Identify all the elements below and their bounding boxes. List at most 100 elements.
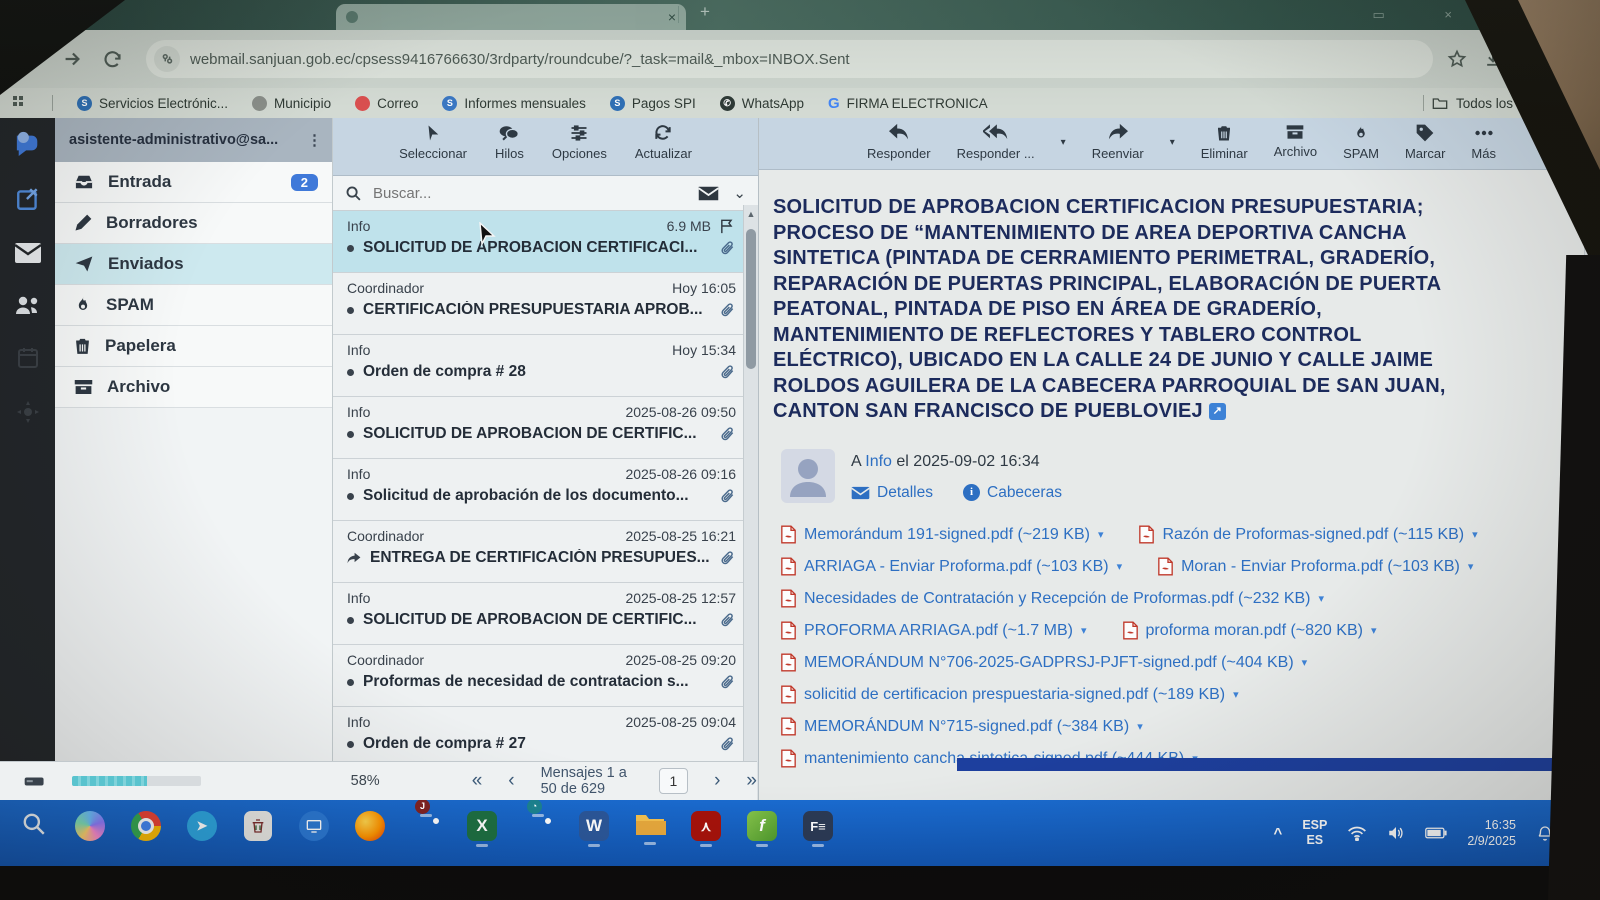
calendar-icon[interactable] xyxy=(16,346,40,370)
reply-all-caret-icon[interactable]: ▾ xyxy=(1061,137,1066,169)
details-button[interactable]: Detalles xyxy=(851,484,933,502)
next-page-button[interactable]: › xyxy=(714,770,720,792)
taskbar-search-icon[interactable] xyxy=(16,811,52,855)
taskbar-chrome-profile-j-icon[interactable]: J xyxy=(408,811,444,855)
attachment-chip[interactable]: Moran - Enviar Proforma.pdf (~103 KB)▾ xyxy=(1158,557,1473,576)
bookmark-municipio[interactable]: Municipio xyxy=(252,96,331,111)
taskbar-chrome-icon[interactable] xyxy=(128,811,164,855)
headers-button[interactable]: i Cabeceras xyxy=(963,484,1062,502)
refresh-button[interactable]: Actualizar xyxy=(635,123,692,175)
reply-all-button[interactable]: Responder ... xyxy=(957,123,1035,169)
reply-button[interactable]: Responder xyxy=(867,123,931,169)
bookmark-correo[interactable]: Correo xyxy=(355,96,418,111)
last-page-button[interactable]: » xyxy=(746,770,757,792)
scroll-up-icon[interactable]: ▲ xyxy=(744,209,758,219)
first-page-button[interactable]: « xyxy=(472,770,483,792)
attachment-menu-icon[interactable]: ▾ xyxy=(1319,592,1325,605)
sidebar-item-enviados[interactable]: Enviados xyxy=(55,244,332,285)
sidebar-item-papelera[interactable]: Papelera xyxy=(55,326,332,367)
wifi-icon[interactable] xyxy=(1347,826,1367,841)
battery-icon[interactable] xyxy=(1425,827,1447,839)
taskbar-file-explorer-icon[interactable] xyxy=(632,811,668,855)
taskbar-copilot-icon[interactable] xyxy=(72,811,108,855)
settings-icon[interactable] xyxy=(16,400,40,424)
attachment-menu-icon[interactable]: ▾ xyxy=(1137,720,1143,733)
volume-icon[interactable] xyxy=(1387,825,1405,841)
attachment-chip[interactable]: Razón de Proformas-signed.pdf (~115 KB)▾ xyxy=(1139,525,1477,544)
attachment-chip[interactable]: Necesidades de Contratación y Recepción … xyxy=(781,589,1324,608)
taskbar-signer-green-icon[interactable]: f xyxy=(744,811,780,855)
recipient-link[interactable]: Info xyxy=(865,453,892,470)
account-menu-icon[interactable]: ⋮ xyxy=(307,131,322,149)
attachment-chip[interactable]: proforma moran.pdf (~820 KB)▾ xyxy=(1123,621,1377,640)
bookmark-star-icon[interactable] xyxy=(1447,49,1467,69)
tray-expand-icon[interactable]: ^ xyxy=(1274,825,1283,842)
taskbar-firefox-icon[interactable] xyxy=(352,811,388,855)
clock[interactable]: 16:352/9/2025 xyxy=(1467,817,1516,849)
sidebar-item-archivo[interactable]: Archivo xyxy=(55,367,332,408)
message-row[interactable]: Info6.9 MB SOLICITUD DE APROBACION CERTI… xyxy=(333,211,758,273)
attachment-menu-icon[interactable]: ▾ xyxy=(1098,528,1104,541)
taskbar-recycle-bin-icon[interactable] xyxy=(240,811,276,855)
message-row[interactable]: CoordinadorHoy 16:05 CERTIFICACIÓN PRESU… xyxy=(333,273,758,335)
archive-button[interactable]: Archivo xyxy=(1274,123,1317,169)
contacts-icon[interactable] xyxy=(14,294,42,316)
attachment-chip[interactable]: Memorándum 191-signed.pdf (~219 KB)▾ xyxy=(781,525,1103,544)
taskbar-word-icon[interactable]: W xyxy=(576,811,612,855)
taskbar-display-icon[interactable] xyxy=(296,811,332,855)
sidebar-item-entrada[interactable]: Entrada 2 xyxy=(55,162,332,203)
more-button[interactable]: Más xyxy=(1471,123,1496,169)
site-info-icon[interactable] xyxy=(154,46,180,72)
search-scope-chevron-icon[interactable]: ⌄ xyxy=(733,184,746,202)
external-link-icon[interactable]: ↗ xyxy=(1209,403,1226,420)
new-tab-button[interactable]: + xyxy=(700,2,710,22)
address-bar[interactable]: webmail.sanjuan.gob.ec/cpsess9416766630/… xyxy=(146,40,1433,78)
language-indicator[interactable]: ESPES xyxy=(1302,818,1327,848)
window-controls[interactable]: ▭ × xyxy=(1373,7,1481,23)
forward-button[interactable]: Reenviar xyxy=(1092,123,1144,169)
prev-page-button[interactable]: ‹ xyxy=(508,770,514,792)
attachment-chip[interactable]: PROFORMA ARRIAGA.pdf (~1.7 MB)▾ xyxy=(781,621,1087,640)
mark-button[interactable]: Marcar xyxy=(1405,123,1445,169)
reload-icon[interactable] xyxy=(92,39,132,79)
bookmark-whatsapp[interactable]: ✆WhatsApp xyxy=(720,96,804,111)
attachment-menu-icon[interactable]: ▾ xyxy=(1468,560,1474,573)
browser-tab[interactable]: × xyxy=(336,4,686,30)
message-row[interactable]: Info2025-08-26 09:50 SOLICITUD DE APROBA… xyxy=(333,397,758,459)
attachment-chip[interactable]: MEMORÁNDUM N°715-signed.pdf (~384 KB)▾ xyxy=(781,717,1143,736)
message-row[interactable]: Info2025-08-25 09:04 Orden de compra # 2… xyxy=(333,707,758,769)
select-button[interactable]: Seleccionar xyxy=(399,123,467,175)
attachment-chip[interactable]: solicitid de certificacion prespuestaria… xyxy=(781,685,1239,704)
message-row[interactable]: Coordinador2025-08-25 09:20 Proformas de… xyxy=(333,645,758,707)
taskbar-telegram-icon[interactable]: ➤ xyxy=(184,811,220,855)
scrollbar-thumb[interactable] xyxy=(746,229,756,369)
taskbar-signer-dark-icon[interactable]: F≡ xyxy=(800,811,836,855)
message-row[interactable]: Info2025-08-25 12:57 SOLICITUD DE APROBA… xyxy=(333,583,758,645)
options-button[interactable]: Opciones xyxy=(552,123,607,175)
taskbar-acrobat-icon[interactable]: ⋏ xyxy=(688,811,724,855)
url-text[interactable]: webmail.sanjuan.gob.ec/cpsess9416766630/… xyxy=(190,51,850,68)
sidebar-item-spam[interactable]: SPAM xyxy=(55,285,332,326)
attachment-menu-icon[interactable]: ▾ xyxy=(1117,560,1123,573)
forward-caret-icon[interactable]: ▾ xyxy=(1170,137,1175,169)
apps-grid-icon[interactable] xyxy=(12,95,28,111)
list-scrollbar[interactable]: ▲ ▼ xyxy=(743,205,758,800)
compose-icon[interactable] xyxy=(15,186,41,212)
taskbar-chrome-profile-2-icon[interactable]: ◔ xyxy=(520,811,556,855)
page-input[interactable]: 1 xyxy=(659,768,688,794)
bookmark-firma[interactable]: GFIRMA ELECTRONICA xyxy=(828,95,988,112)
bookmark-pagos[interactable]: SPagos SPI xyxy=(610,96,696,111)
sidebar-item-borradores[interactable]: Borradores xyxy=(55,203,332,244)
attachment-chip[interactable]: MEMORÁNDUM N°706-2025-GADPRSJ-PJFT-signe… xyxy=(781,653,1307,672)
account-header[interactable]: asistente-administrativo@sa... ⋮ xyxy=(55,118,332,162)
search-input[interactable] xyxy=(371,184,689,203)
attachment-menu-icon[interactable]: ▾ xyxy=(1371,624,1377,637)
threads-button[interactable]: Hilos xyxy=(495,123,524,175)
spam-button[interactable]: SPAM xyxy=(1343,123,1379,169)
delete-button[interactable]: Eliminar xyxy=(1201,123,1248,169)
taskbar-excel-icon[interactable]: X xyxy=(464,811,500,855)
bookmark-informes[interactable]: SInformes mensuales xyxy=(442,96,586,111)
bookmark-servicios[interactable]: SServicios Electrónic... xyxy=(77,96,228,111)
attachment-menu-icon[interactable]: ▾ xyxy=(1472,528,1478,541)
attachment-chip[interactable]: ARRIAGA - Enviar Proforma.pdf (~103 KB)▾ xyxy=(781,557,1122,576)
